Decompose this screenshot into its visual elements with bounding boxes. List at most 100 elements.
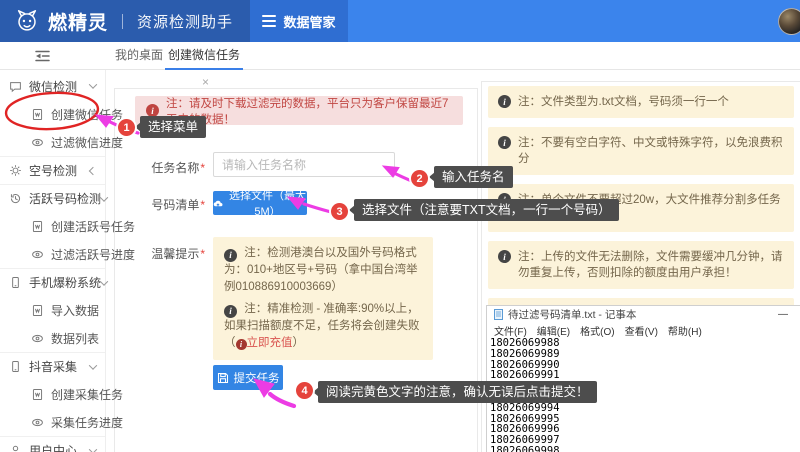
user-icon	[9, 444, 22, 452]
sidebar-collapse-icon[interactable]	[34, 49, 51, 63]
user-avatar[interactable]	[778, 8, 800, 35]
sidebar-item-wechat-filter-progress[interactable]: 过滤微信进度	[0, 128, 105, 156]
menu-file[interactable]: 文件(F)	[494, 323, 527, 336]
menu-view[interactable]: 查看(V)	[625, 323, 658, 336]
sidebar-nav: 微信检测 创建微信任务 过滤微信进度 空号检测 活跃号码检测 创建活跃号任务 过…	[0, 70, 106, 452]
sidebar-item-data-list[interactable]: 数据列表	[0, 324, 105, 352]
required-asterisk: *	[200, 161, 205, 175]
mascot-logo-icon	[14, 8, 40, 34]
recharge-link[interactable]: 立即充值	[247, 337, 293, 349]
required-asterisk: *	[200, 198, 205, 212]
submit-task-button[interactable]: 提交任务	[213, 365, 283, 390]
required-asterisk: *	[200, 247, 205, 261]
brand-name: 燃精灵	[48, 8, 108, 35]
sidebar-item-create-collect-task[interactable]: 创建采集任务	[0, 380, 105, 408]
sidebar-item-user-center[interactable]: 用户中心	[0, 436, 105, 452]
notepad-title: 待过滤号码清单.txt - 记事本	[508, 307, 636, 322]
chat-icon	[9, 80, 22, 93]
top-header: 燃精灵 ｜ 资源检测助手 数据管家	[0, 0, 800, 42]
document-icon	[31, 304, 44, 317]
chevron-down-icon	[89, 445, 97, 452]
menu-format[interactable]: 格式(O)	[580, 323, 614, 336]
choose-file-button[interactable]: 选择文件（最大5M）	[213, 191, 307, 215]
phone-number: 18026069994	[490, 403, 800, 414]
sidebar-item-create-active-task[interactable]: 创建活跃号任务	[0, 212, 105, 240]
step-badge-3: 3	[331, 203, 348, 220]
tip-accuracy-note: i 注：精准检测 - 准确率:90%以上，如果扫描额度不足，任务将会创建失败（i…	[213, 293, 433, 360]
sidebar-item-import-data[interactable]: 导入数据	[0, 296, 105, 324]
sidebar-item-empty-number-check[interactable]: 空号检测	[0, 156, 105, 184]
chevron-down-icon	[89, 80, 97, 88]
sidebar-item-collect-task-progress[interactable]: 采集任务进度	[0, 408, 105, 436]
sidebar-item-phone-fans-system[interactable]: 手机爆粉系统	[0, 268, 105, 296]
info-icon: i	[224, 305, 237, 318]
sidebar-item-active-number-check[interactable]: 活跃号码检测	[0, 184, 105, 212]
note-no-delete: i 注：上传的文件无法删除，文件需要缓冲几分钟，请勿重复上传，否则扣除的额度由用…	[488, 241, 794, 289]
tip-text: 注：检测港澳台以及国外号码格式为：010+地区号+号码（拿中国台湾举例01088…	[224, 247, 418, 293]
document-icon	[31, 388, 44, 401]
phone-list-label: 号码清单*	[115, 196, 205, 213]
chevron-left-icon	[89, 166, 97, 174]
app-window: 燃精灵 ｜ 资源检测助手 数据管家 我的桌面 创建微信任务×	[0, 0, 800, 452]
tab-bar: 我的桌面 创建微信任务×	[0, 42, 800, 70]
menu-help[interactable]: 帮助(H)	[668, 323, 702, 336]
step-tooltip-2: 输入任务名	[434, 166, 513, 188]
note-text: 注：上传的文件无法删除，文件需要缓冲几分钟，请勿重复上传，否则扣除的额度由用户承…	[518, 249, 784, 281]
menu-edit[interactable]: 编辑(E)	[537, 323, 570, 336]
phone-number: 18026069989	[490, 349, 800, 360]
chevron-down-icon	[89, 361, 97, 369]
task-name-input[interactable]	[213, 152, 395, 177]
tip-text: ）	[293, 337, 305, 349]
menu-icon	[262, 12, 276, 30]
history-icon	[9, 192, 22, 205]
chevron-down-icon	[100, 277, 108, 285]
phone-number: 18026069998	[490, 446, 800, 452]
notepad-icon	[494, 309, 503, 320]
tab-label: 我的桌面	[115, 48, 163, 62]
gear-icon	[9, 164, 22, 177]
notepad-menubar: 文件(F) 编辑(E) 格式(O) 查看(V) 帮助(H)	[487, 323, 800, 336]
minimize-icon[interactable]: —	[778, 309, 788, 320]
upload-cloud-icon	[213, 198, 223, 209]
step-tooltip-3: 选择文件（注意要TXT文档，一行一个号码）	[354, 199, 619, 221]
note-no-special-chars: i 注：不要有空白字符、中文或特殊字符，以免浪费积分	[488, 127, 794, 175]
task-name-label: 任务名称*	[115, 159, 205, 176]
phone-icon	[9, 360, 22, 373]
step-tooltip-4: 阅读完黄色文字的注意，确认无误后点击提交！	[318, 381, 597, 403]
info-icon: i	[498, 95, 511, 108]
eye-icon	[31, 416, 44, 429]
note-text: 注：不要有空白字符、中文或特殊字符，以免浪费积分	[518, 135, 784, 167]
tab-create-wechat-task[interactable]: 创建微信任务×	[165, 42, 243, 70]
brand-divider: ｜	[115, 11, 130, 32]
data-manager-button[interactable]: 数据管家	[250, 0, 348, 42]
note-text: 注：文件类型为.txt文档，号码须一行一个	[518, 94, 729, 110]
info-icon: i	[498, 136, 511, 149]
eye-icon	[31, 136, 44, 149]
document-icon	[31, 220, 44, 233]
submit-label: 提交任务	[234, 370, 280, 386]
tab-close-icon[interactable]: ×	[202, 75, 209, 89]
sidebar-item-create-wechat-task[interactable]: 创建微信任务	[0, 100, 105, 128]
step-badge-1: 1	[118, 119, 135, 136]
notepad-titlebar: 待过滤号码清单.txt - 记事本 — □	[487, 306, 800, 323]
app-subtitle: 资源检测助手	[137, 11, 233, 32]
notepad-example-window: 待过滤号码清单.txt - 记事本 — □ 文件(F) 编辑(E) 格式(O) …	[486, 305, 800, 452]
step-badge-2: 2	[411, 170, 428, 187]
brand-block: 燃精灵 ｜ 资源检测助手	[0, 0, 250, 42]
sidebar-item-wechat-check[interactable]: 微信检测	[0, 72, 105, 100]
choose-file-label: 选择文件（最大5M）	[228, 187, 307, 219]
info-icon: i	[224, 249, 237, 262]
phone-icon	[9, 276, 22, 289]
data-manager-label: 数据管家	[283, 12, 335, 31]
note-file-type: i 注：文件类型为.txt文档，号码须一行一个	[488, 86, 794, 118]
sidebar-item-douyin-collect[interactable]: 抖音采集	[0, 352, 105, 380]
alert-text: 注：请及时下载过滤完的数据，平台只为客户保留最近7天内的数据！	[166, 95, 452, 127]
info-icon: i	[236, 339, 247, 350]
document-icon	[31, 108, 44, 121]
save-icon	[217, 372, 229, 384]
info-icon: i	[498, 250, 511, 263]
step-tooltip-1: 选择菜单	[140, 116, 206, 138]
sidebar-item-active-filter-progress[interactable]: 过滤活跃号进度	[0, 240, 105, 268]
tab-my-desktop[interactable]: 我的桌面	[115, 42, 163, 70]
eye-icon	[31, 332, 44, 345]
